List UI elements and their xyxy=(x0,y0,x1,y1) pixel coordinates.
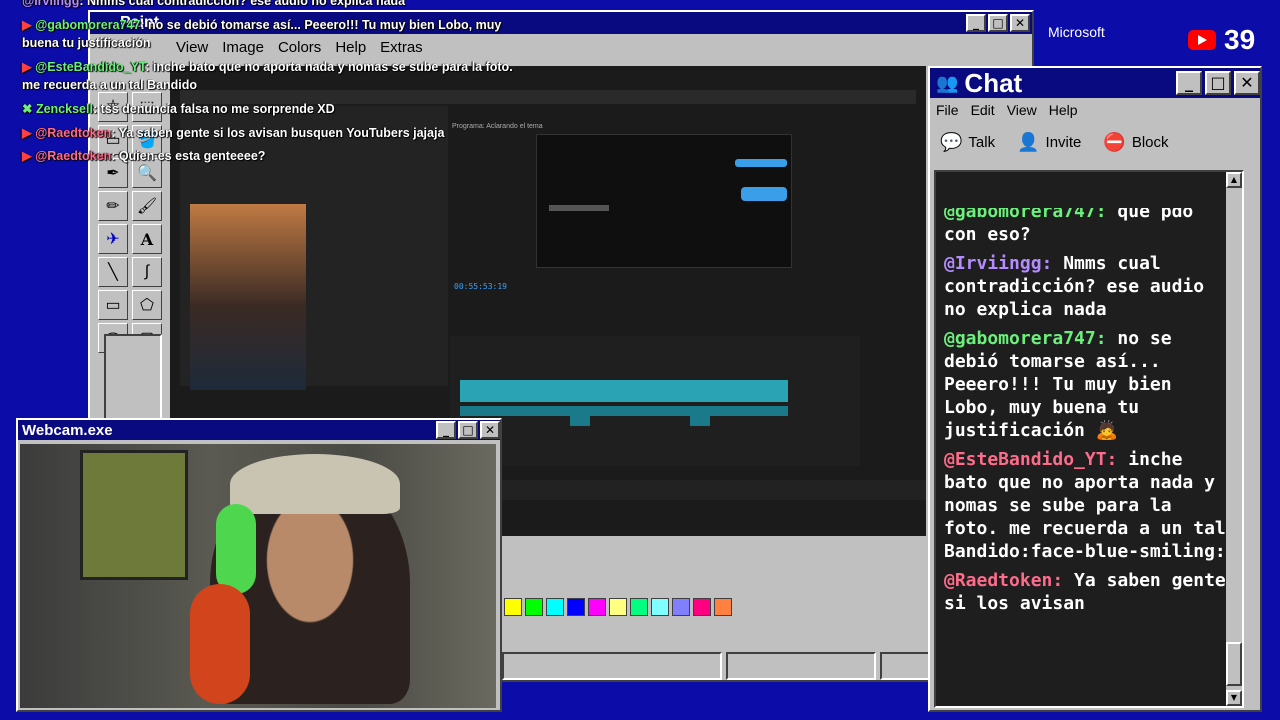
headphone xyxy=(216,504,256,594)
status-pane xyxy=(726,652,876,680)
maximize-button[interactable]: □ xyxy=(458,421,478,439)
palette-swatch[interactable] xyxy=(504,598,522,616)
overlay-chat-line: ▶ @Raedtoken: Ya saben gente si los avis… xyxy=(22,126,445,140)
close-button[interactable]: ✕ xyxy=(480,421,500,439)
palette-swatch[interactable] xyxy=(630,598,648,616)
timeline xyxy=(450,336,860,466)
chat-message: @Raedtoken: Ya saben gente si los avisan xyxy=(944,570,1226,614)
poster xyxy=(80,450,188,580)
chat-window: 👥 Chat _ □ ✕ File Edit View Help 💬 Talk 👤… xyxy=(928,66,1262,712)
chat-message: @EsteBandido_YT: inche bato que no aport… xyxy=(944,449,1226,562)
polygon-icon[interactable]: ⬠ xyxy=(132,290,162,320)
chat-scrollbar[interactable]: ▲ ▼ xyxy=(1226,172,1242,706)
chat-message: @Irviingg: Nmms cual contradicción? ese … xyxy=(944,253,1205,320)
cap xyxy=(230,454,400,514)
invite-button[interactable]: 👤 Invite xyxy=(1017,132,1081,153)
rectangle-icon[interactable]: ▭ xyxy=(98,290,128,320)
youtube-icon xyxy=(1188,30,1216,50)
scroll-up-button[interactable]: ▲ xyxy=(1226,172,1242,188)
canvas-blank xyxy=(500,536,926,580)
viewer-count: 39 xyxy=(1224,24,1256,55)
chat-message: @gabomorera747: no se debió tomarse así.… xyxy=(944,328,1172,441)
tool-options xyxy=(104,334,162,424)
overlay-chat-line: ✖ Zencksell: tss denuncia falsa no me so… xyxy=(22,102,335,116)
text-icon[interactable]: A xyxy=(132,224,162,254)
hair xyxy=(190,584,250,704)
chat-titlebar: 👥 Chat _ □ ✕ xyxy=(930,68,1260,98)
chat-menu-file[interactable]: File xyxy=(936,102,959,118)
chat-menu-edit[interactable]: Edit xyxy=(971,102,995,118)
overlay-chat-line: @Irviingg: Nmms cual contradicción? ese … xyxy=(22,0,406,8)
overlay-chat-line: ▶ @EsteBandido_YT: inche bato que no apo… xyxy=(22,60,513,74)
webcam-title: Webcam.exe xyxy=(22,421,113,439)
overlay-chat-line: me recuerda a un tal Bandido xyxy=(22,78,198,92)
scroll-down-button[interactable]: ▼ xyxy=(1226,690,1242,706)
chat-message: @gabomorera747: que pdo con eso? xyxy=(944,208,1194,245)
brush-icon[interactable]: 🖌 xyxy=(132,191,162,221)
chat-title: Chat xyxy=(964,68,1023,98)
scroll-thumb[interactable] xyxy=(1226,642,1242,686)
program-monitor xyxy=(536,134,792,268)
chat-menu-view[interactable]: View xyxy=(1007,102,1037,118)
overlay-chat: @Irviingg: Nmms cual contradicción? ese … xyxy=(22,0,542,168)
palette-swatch[interactable] xyxy=(651,598,669,616)
talk-button[interactable]: 💬 Talk xyxy=(940,132,995,153)
close-button[interactable]: ✕ xyxy=(1234,71,1260,95)
line-icon[interactable]: ╲ xyxy=(98,257,128,287)
invite-icon: 👤 xyxy=(1017,131,1040,152)
palette-swatch[interactable] xyxy=(693,598,711,616)
curve-icon[interactable]: ∫ xyxy=(132,257,162,287)
close-button[interactable]: ✕ xyxy=(1010,14,1030,32)
status-pane xyxy=(502,652,722,680)
block-button[interactable]: ⛔ Block xyxy=(1103,132,1168,153)
webcam-window: Webcam.exe _ □ ✕ xyxy=(16,418,502,712)
face-webcam-thumb xyxy=(190,204,306,390)
webcam-feed xyxy=(20,444,496,708)
palette-swatch[interactable] xyxy=(567,598,585,616)
maximize-button[interactable]: □ xyxy=(1205,71,1231,95)
timecode: 00:55:53:19 xyxy=(454,282,507,291)
minimize-button[interactable]: _ xyxy=(966,14,986,32)
palette-swatch[interactable] xyxy=(588,598,606,616)
chat-menu-help[interactable]: Help xyxy=(1049,102,1078,118)
overlay-chat-line: ▶ @gabomorera747: no se debió tomarse as… xyxy=(22,18,502,32)
chat-messages: @gabomorera747: que pdo con eso? @Irviin… xyxy=(944,208,1228,632)
talk-icon: 💬 xyxy=(940,131,963,152)
pencil-icon[interactable]: ✏ xyxy=(98,191,128,221)
chat-toolbar: 💬 Talk 👤 Invite ⛔ Block xyxy=(930,122,1260,162)
palette-swatch[interactable] xyxy=(525,598,543,616)
color-palette xyxy=(504,598,735,616)
palette-swatch[interactable] xyxy=(609,598,627,616)
chat-log[interactable]: @gabomorera747: que pdo con eso? @Irviin… xyxy=(934,170,1244,708)
minimize-button[interactable]: _ xyxy=(436,421,456,439)
palette-swatch[interactable] xyxy=(672,598,690,616)
overlay-chat-line: buena tu justificación xyxy=(22,36,151,50)
webcam-titlebar: Webcam.exe _ □ ✕ xyxy=(18,420,500,440)
palette-swatch[interactable] xyxy=(714,598,732,616)
brand-label: Microsoft xyxy=(1048,24,1105,40)
palette-swatch[interactable] xyxy=(546,598,564,616)
people-icon: 👥 xyxy=(936,72,959,93)
overlay-chat-line: ▶ @Raedtoken: Quien es esta genteeee? xyxy=(22,149,266,163)
airbrush-icon[interactable]: ✈ xyxy=(98,224,128,254)
chat-menubar: File Edit View Help xyxy=(930,98,1260,122)
minimize-button[interactable]: _ xyxy=(1176,71,1202,95)
block-icon: ⛔ xyxy=(1103,131,1126,152)
maximize-button[interactable]: □ xyxy=(988,14,1008,32)
